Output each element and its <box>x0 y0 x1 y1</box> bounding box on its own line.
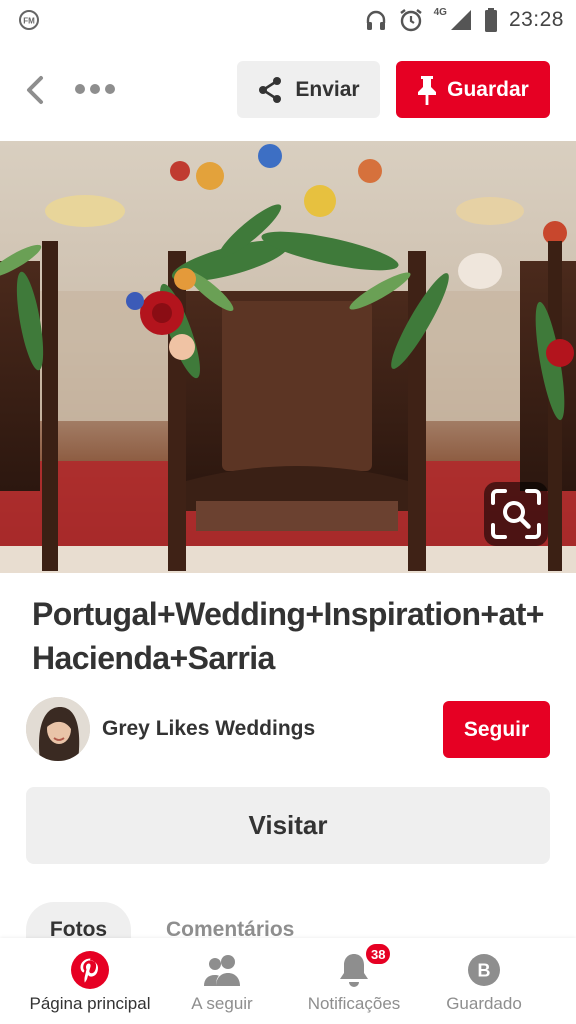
more-options-button[interactable] <box>70 74 120 104</box>
share-button[interactable]: Enviar <box>237 61 380 118</box>
back-button[interactable] <box>18 70 52 110</box>
pin-action-bar: Enviar Guardar <box>0 40 576 140</box>
follow-button[interactable]: Seguir <box>443 701 550 758</box>
save-button-label: Guardar <box>447 77 529 101</box>
creator-row: Grey Likes Weddings Seguir <box>26 697 550 763</box>
save-button[interactable]: Guardar <box>396 61 550 118</box>
status-time: 23:28 <box>508 8 564 31</box>
chevron-left-icon <box>27 76 43 104</box>
ellipsis-icon <box>75 84 85 94</box>
network-type: 4G <box>433 7 447 18</box>
nav-label-notifications: Notificações <box>307 994 401 1013</box>
share-icon <box>259 76 282 103</box>
status-bar: FM 4G 23:28 <box>0 0 576 40</box>
nav-item-saved[interactable]: B Guardado <box>412 938 556 1024</box>
bottom-navigation: Página principal A seguir 38 Notificaçõe… <box>0 938 576 1024</box>
profile-initial-icon: B <box>464 950 504 990</box>
visual-search-icon <box>491 489 541 539</box>
status-icons: 4G 23:28 <box>364 5 564 35</box>
signal-icon <box>450 10 471 30</box>
people-icon <box>202 950 242 990</box>
svg-text:FM: FM <box>23 17 35 26</box>
notification-badge: 38 <box>364 942 393 966</box>
avatar-photo <box>26 697 90 761</box>
alarm-icon <box>399 9 422 32</box>
nav-label-following: A seguir <box>191 994 253 1013</box>
nav-label-saved: Guardado <box>446 994 522 1013</box>
nav-item-home[interactable]: Página principal <box>18 938 162 1024</box>
nav-item-following[interactable]: A seguir <box>150 938 294 1024</box>
creator-avatar[interactable] <box>26 697 90 761</box>
pinterest-logo-icon <box>70 950 110 990</box>
battery-icon <box>484 8 497 32</box>
fm-radio-icon: FM <box>19 10 39 30</box>
profile-initial: B <box>478 961 491 981</box>
nav-item-notifications[interactable]: 38 Notificações <box>282 938 426 1024</box>
pin-title: Portugal+Wedding+Inspiration+at+Hacienda… <box>32 596 544 676</box>
visit-button[interactable]: Visitar <box>26 787 550 864</box>
pin-tabs: Fotos Comentários <box>26 902 550 958</box>
pushpin-icon <box>418 75 437 105</box>
visual-search-button[interactable] <box>484 482 548 546</box>
creator-name[interactable]: Grey Likes Weddings <box>102 717 315 741</box>
nav-label-home: Página principal <box>29 994 151 1013</box>
pin-image[interactable] <box>0 141 576 573</box>
share-button-label: Enviar <box>295 77 360 101</box>
headphones-icon <box>366 10 385 30</box>
